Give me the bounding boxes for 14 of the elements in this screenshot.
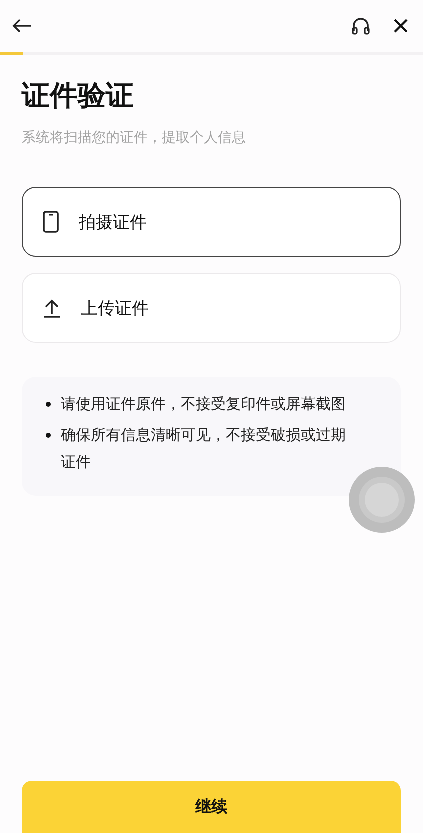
- page-title: 证件验证: [22, 78, 135, 114]
- tip-text: 确保所有信息清晰可见，不接受破损或过期证件: [61, 425, 347, 473]
- phone-icon: [43, 211, 59, 233]
- subtitle: 系统将扫描您的证件，提取个人信息: [22, 129, 247, 147]
- bullet-icon: [46, 402, 51, 407]
- headset-drawing-icon: [351, 16, 371, 36]
- back-arrow-icon: [12, 18, 32, 34]
- option-button[interactable]: 上传证件: [22, 273, 401, 343]
- close-icon: [393, 18, 409, 34]
- upload-icon: [43, 298, 61, 318]
- tip-text: 请使用证件原件，不接受复印件或屏幕截图: [61, 394, 346, 415]
- continue-button[interactable]: 继续: [22, 781, 401, 833]
- option-button[interactable]: 拍摄证件: [22, 187, 401, 257]
- bullet-icon: [46, 433, 51, 438]
